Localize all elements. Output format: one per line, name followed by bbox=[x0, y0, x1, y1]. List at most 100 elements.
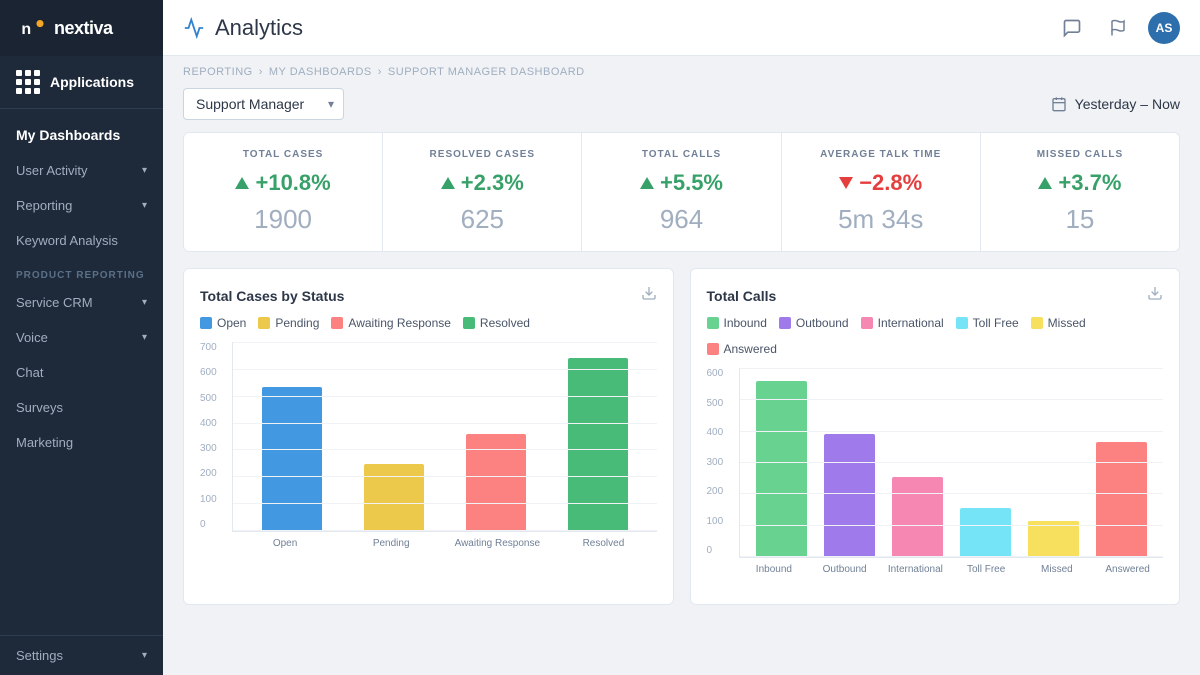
y-axis-labels: 6005004003002001000 bbox=[707, 368, 735, 558]
breadcrumb-sep: › bbox=[259, 66, 263, 78]
sidebar-item-voice[interactable]: Voice ▾ bbox=[0, 320, 163, 355]
bar-chart bbox=[232, 342, 657, 532]
chart-title: Total Calls bbox=[707, 288, 777, 304]
chevron-down-icon: ▾ bbox=[142, 332, 147, 343]
bar-group bbox=[815, 368, 883, 557]
chart-download-button[interactable] bbox=[1147, 285, 1163, 306]
stat-value: 1900 bbox=[200, 204, 366, 235]
topbar-left: Analytics bbox=[183, 15, 303, 41]
sidebar-item-marketing[interactable]: Marketing bbox=[0, 425, 163, 460]
trend-down-icon bbox=[839, 177, 853, 189]
trend-up-icon bbox=[640, 177, 654, 189]
sidebar-apps-button[interactable]: Applications bbox=[0, 56, 163, 109]
legend-item-outbound: Outbound bbox=[779, 316, 849, 330]
stat-title: MISSED CALLS bbox=[997, 149, 1163, 160]
x-axis-label: International bbox=[880, 564, 951, 575]
stat-card-avg-talk-time: AVERAGE TALK TIME −2.8% 5m 34s bbox=[781, 132, 980, 252]
sidebar-item-reporting[interactable]: Reporting ▾ bbox=[0, 188, 163, 223]
stat-change: +5.5% bbox=[598, 170, 764, 196]
bar-group bbox=[748, 368, 816, 557]
legend-color bbox=[707, 343, 719, 355]
main-content: Analytics AS REPORTING › MY DASHBOARDS ›… bbox=[163, 0, 1200, 675]
legend-color bbox=[258, 317, 270, 329]
x-axis-label: Outbound bbox=[809, 564, 880, 575]
chart-download-button[interactable] bbox=[641, 285, 657, 306]
breadcrumb: REPORTING › MY DASHBOARDS › SUPPORT MANA… bbox=[163, 56, 1200, 84]
total-calls-chart: Total Calls Inbound Outbound bbox=[690, 268, 1181, 605]
x-axis-labels: InboundOutboundInternationalToll FreeMis… bbox=[739, 560, 1164, 588]
chart-header: Total Calls bbox=[707, 285, 1164, 306]
stat-title: AVERAGE TALK TIME bbox=[798, 149, 964, 160]
x-axis-label: Answered bbox=[1092, 564, 1163, 575]
legend-item-international: International bbox=[861, 316, 944, 330]
sidebar-item-keyword-analysis[interactable]: Keyword Analysis bbox=[0, 223, 163, 258]
chart-inner bbox=[739, 368, 1164, 558]
stat-card-total-cases: TOTAL CASES +10.8% 1900 bbox=[183, 132, 382, 252]
charts-row: Total Cases by Status Open Pending bbox=[163, 268, 1200, 621]
bar bbox=[824, 434, 875, 557]
legend-color bbox=[779, 317, 791, 329]
sidebar-nav: My Dashboards User Activity ▾ Reporting … bbox=[0, 109, 163, 635]
bar-group bbox=[883, 368, 951, 557]
x-axis-label: Resolved bbox=[550, 538, 656, 549]
flag-icon-button[interactable] bbox=[1102, 12, 1134, 44]
flag-icon bbox=[1109, 19, 1127, 37]
legend-color bbox=[1031, 317, 1043, 329]
legend-item-missed: Missed bbox=[1031, 316, 1086, 330]
stat-card-total-calls: TOTAL CALLS +5.5% 964 bbox=[581, 132, 780, 252]
chart-legend: Inbound Outbound International Toll Free bbox=[707, 316, 1164, 356]
dashboard-select[interactable]: Support ManagerAgent DashboardQueue Dash… bbox=[183, 88, 344, 120]
legend-item-inbound: Inbound bbox=[707, 316, 767, 330]
date-range[interactable]: Yesterday – Now bbox=[1051, 96, 1180, 112]
legend-item-pending: Pending bbox=[258, 316, 319, 330]
page-title: Analytics bbox=[215, 15, 303, 41]
stat-change: +2.3% bbox=[399, 170, 565, 196]
stat-value: 964 bbox=[598, 204, 764, 235]
chat-icon-button[interactable] bbox=[1056, 12, 1088, 44]
stat-value: 625 bbox=[399, 204, 565, 235]
sidebar: n nextiva Applications My Dashboards Use… bbox=[0, 0, 163, 675]
content-area: REPORTING › MY DASHBOARDS › SUPPORT MANA… bbox=[163, 56, 1200, 675]
bar bbox=[1096, 442, 1147, 557]
cases-chart-area: 7006005004003002001000OpenPendingAwaitin… bbox=[200, 342, 657, 562]
sidebar-header: n nextiva bbox=[0, 0, 163, 56]
logo-text: nextiva bbox=[54, 18, 113, 39]
trend-up-icon bbox=[235, 177, 249, 189]
cases-by-status-chart: Total Cases by Status Open Pending bbox=[183, 268, 674, 605]
topbar-right: AS bbox=[1056, 12, 1180, 44]
sidebar-logo: n nextiva bbox=[16, 12, 113, 44]
analytics-icon bbox=[183, 17, 205, 39]
sidebar-item-my-dashboards[interactable]: My Dashboards bbox=[0, 117, 163, 153]
bar bbox=[466, 434, 526, 531]
user-avatar[interactable]: AS bbox=[1148, 12, 1180, 44]
date-range-label: Yesterday – Now bbox=[1075, 96, 1180, 112]
bar bbox=[364, 464, 424, 532]
bar bbox=[1028, 521, 1079, 557]
sidebar-settings-button[interactable]: Settings ▾ bbox=[0, 635, 163, 675]
apps-grid-icon bbox=[16, 70, 40, 94]
sidebar-item-surveys[interactable]: Surveys bbox=[0, 390, 163, 425]
legend-item-toll-free: Toll Free bbox=[956, 316, 1019, 330]
legend-color bbox=[861, 317, 873, 329]
bar-group bbox=[1087, 368, 1155, 557]
sidebar-item-chat[interactable]: Chat bbox=[0, 355, 163, 390]
bar bbox=[262, 387, 322, 531]
dashboard-controls: Support ManagerAgent DashboardQueue Dash… bbox=[163, 84, 1200, 132]
legend-color bbox=[200, 317, 212, 329]
dashboard-select-wrapper: Support ManagerAgent DashboardQueue Dash… bbox=[183, 88, 344, 120]
chevron-down-icon: ▾ bbox=[142, 297, 147, 308]
topbar: Analytics AS bbox=[163, 0, 1200, 56]
apps-label: Applications bbox=[50, 74, 134, 90]
bar-group bbox=[445, 342, 547, 531]
legend-color bbox=[331, 317, 343, 329]
stat-title: TOTAL CASES bbox=[200, 149, 366, 160]
chevron-down-icon: ▾ bbox=[142, 650, 147, 661]
stat-value: 5m 34s bbox=[798, 204, 964, 235]
stat-title: RESOLVED CASES bbox=[399, 149, 565, 160]
x-axis-labels: OpenPendingAwaiting ResponseResolved bbox=[232, 534, 657, 562]
stat-card-missed-calls: MISSED CALLS +3.7% 15 bbox=[980, 132, 1180, 252]
legend-item-resolved: Resolved bbox=[463, 316, 530, 330]
sidebar-item-service-crm[interactable]: Service CRM ▾ bbox=[0, 285, 163, 320]
legend-color bbox=[707, 317, 719, 329]
sidebar-item-user-activity[interactable]: User Activity ▾ bbox=[0, 153, 163, 188]
